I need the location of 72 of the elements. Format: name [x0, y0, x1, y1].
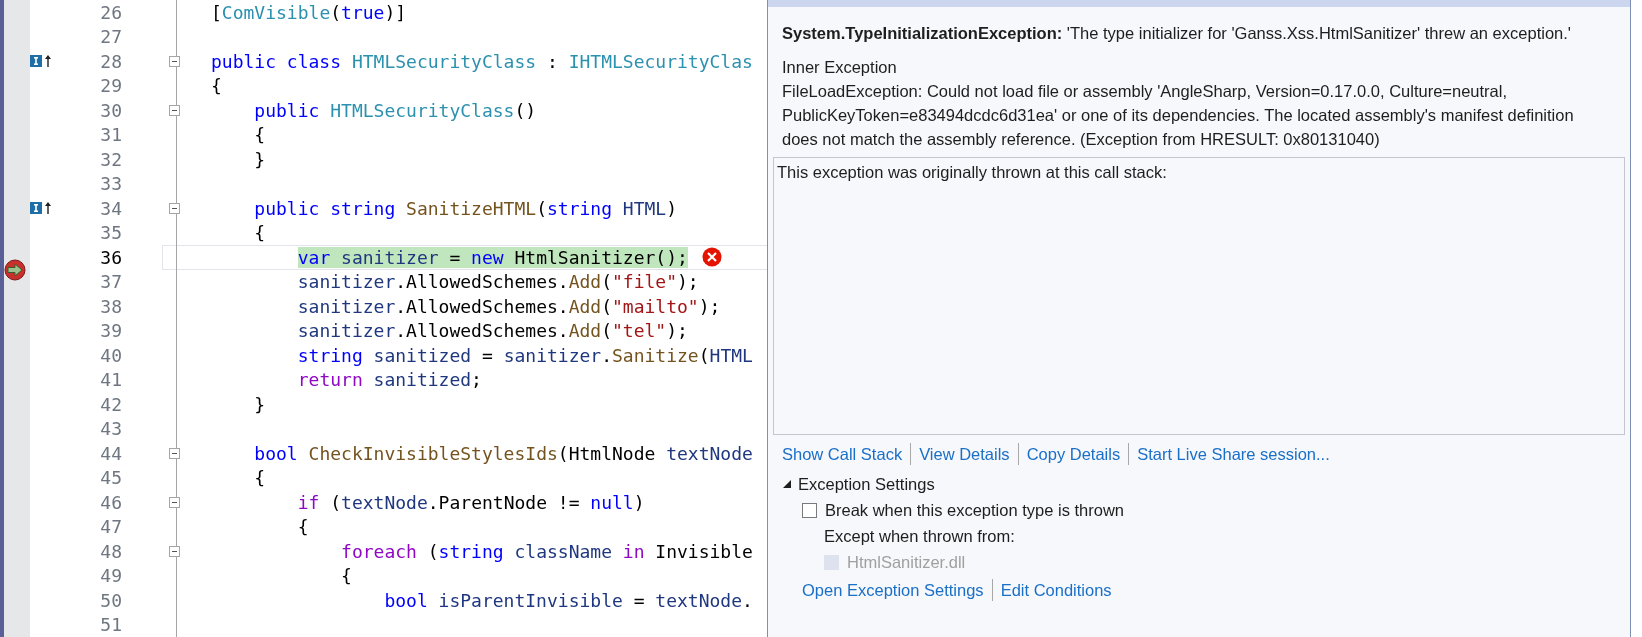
code-line: string sanitized = sanitizer.Sanitize(HTML — [296, 344, 753, 366]
line-number: 39 — [99, 320, 122, 342]
line-number: 51 — [99, 614, 122, 636]
box-arrow-icon[interactable] — [30, 201, 54, 216]
code-line: if (textNode.ParentNode != null) — [296, 491, 645, 513]
line-number: 46 — [99, 491, 122, 513]
call-stack-text: This exception was originally thrown at this call stack: — [777, 163, 1167, 181]
code-line: [ComVisible(true)] — [211, 1, 407, 23]
code-line: bool isParentInvisible = textNode. — [383, 589, 753, 611]
line-number: 36 — [99, 246, 122, 268]
code-line: public class HTMLSecurityClass : IHTMLSecurityClas — [211, 50, 753, 72]
line-number: 43 — [99, 418, 122, 440]
line-number: 30 — [99, 99, 122, 121]
line-number: 37 — [99, 271, 122, 293]
line-number: 28 — [99, 50, 122, 72]
code-line: sanitizer.AllowedSchemes.Add("tel"); — [296, 320, 688, 342]
line-number: 34 — [99, 197, 122, 219]
line-number: 32 — [99, 148, 122, 170]
line-number: 38 — [99, 295, 122, 317]
box-arrow-icon[interactable] — [30, 54, 54, 69]
collapse-icon[interactable] — [169, 545, 180, 557]
line-number: 45 — [99, 467, 122, 489]
line-number: 50 — [99, 589, 122, 611]
link[interactable]: Start Live Share session... — [1137, 444, 1330, 464]
link[interactable]: Show Call Stack — [782, 444, 903, 464]
checkbox-label: Break when this exception type is thrown — [825, 500, 1124, 520]
section-title: Exception Settings — [798, 474, 935, 494]
line-number: 44 — [99, 442, 122, 464]
code-line: foreach (string className in Invisible — [340, 540, 753, 562]
code-line: { — [296, 516, 309, 538]
code-line: sanitizer.AllowedSchemes.Add("file"); — [296, 271, 699, 293]
exception-title: System.TypeInitializationException: 'The type initializer for 'Ganss.Xss.HtmlSanitizer' threw an exception.' — [782, 23, 1572, 44]
code-line: return sanitized; — [296, 369, 482, 391]
code-line: sanitizer.AllowedSchemes.Add("mailto"); — [296, 295, 721, 317]
line-number: 31 — [99, 124, 122, 146]
collapse-icon[interactable] — [169, 55, 180, 67]
code-line: { — [253, 124, 266, 146]
line-number: 33 — [99, 173, 122, 195]
inner-exception-message: FileLoadException: Could not load file or assembly 'AngleSharp, Version=0.17.0.0, Culture=neutral, PublicKeyToken=e83494dcdc6d31ea' or one of its dependencies. The located assembly's manifest definition does not match the assembly reference. (Exception from HRESULT: 0x80131040) — [782, 81, 1575, 150]
code-line: } — [253, 393, 266, 415]
link[interactable]: View Details — [919, 444, 1010, 464]
line-number: 35 — [99, 222, 122, 244]
code-line: { — [340, 565, 352, 587]
collapse-icon[interactable] — [169, 104, 180, 116]
code-line: } — [253, 148, 266, 170]
code-line: bool CheckInvisibleStylesIds(HtmlNode textNode — [253, 442, 753, 464]
collapse-icon[interactable] — [169, 496, 180, 508]
code-line: { — [253, 222, 266, 244]
collapse-icon[interactable] — [169, 447, 180, 459]
line-number: 27 — [99, 26, 122, 48]
code-line: { — [211, 75, 222, 97]
collapse-icon[interactable] — [169, 202, 180, 214]
expanded-triangle-icon[interactable] — [782, 479, 792, 489]
except-label: Except when thrown from: — [823, 526, 1016, 547]
line-number: 29 — [99, 75, 122, 97]
link[interactable]: Open Exception Settings — [802, 580, 984, 600]
code-line: { — [253, 467, 266, 489]
line-number: 48 — [99, 540, 122, 562]
inner-exception-heading: Inner Exception — [782, 57, 898, 78]
code-line: public HTMLSecurityClass() — [253, 99, 537, 121]
link[interactable]: Edit Conditions — [1000, 580, 1112, 600]
checkbox-label: HtmlSanitizer.dll — [847, 552, 966, 572]
line-number: 47 — [99, 516, 122, 538]
link[interactable]: Copy Details — [1026, 444, 1121, 464]
line-number: 41 — [99, 369, 122, 391]
error-icon[interactable] — [701, 247, 722, 268]
line-number: 42 — [99, 393, 122, 415]
line-number: 49 — [99, 565, 122, 587]
code-line: public string SanitizeHTML(string HTML) — [253, 197, 678, 219]
line-number: 26 — [99, 1, 122, 23]
line-number: 40 — [99, 344, 122, 366]
checkbox[interactable] — [802, 502, 817, 518]
